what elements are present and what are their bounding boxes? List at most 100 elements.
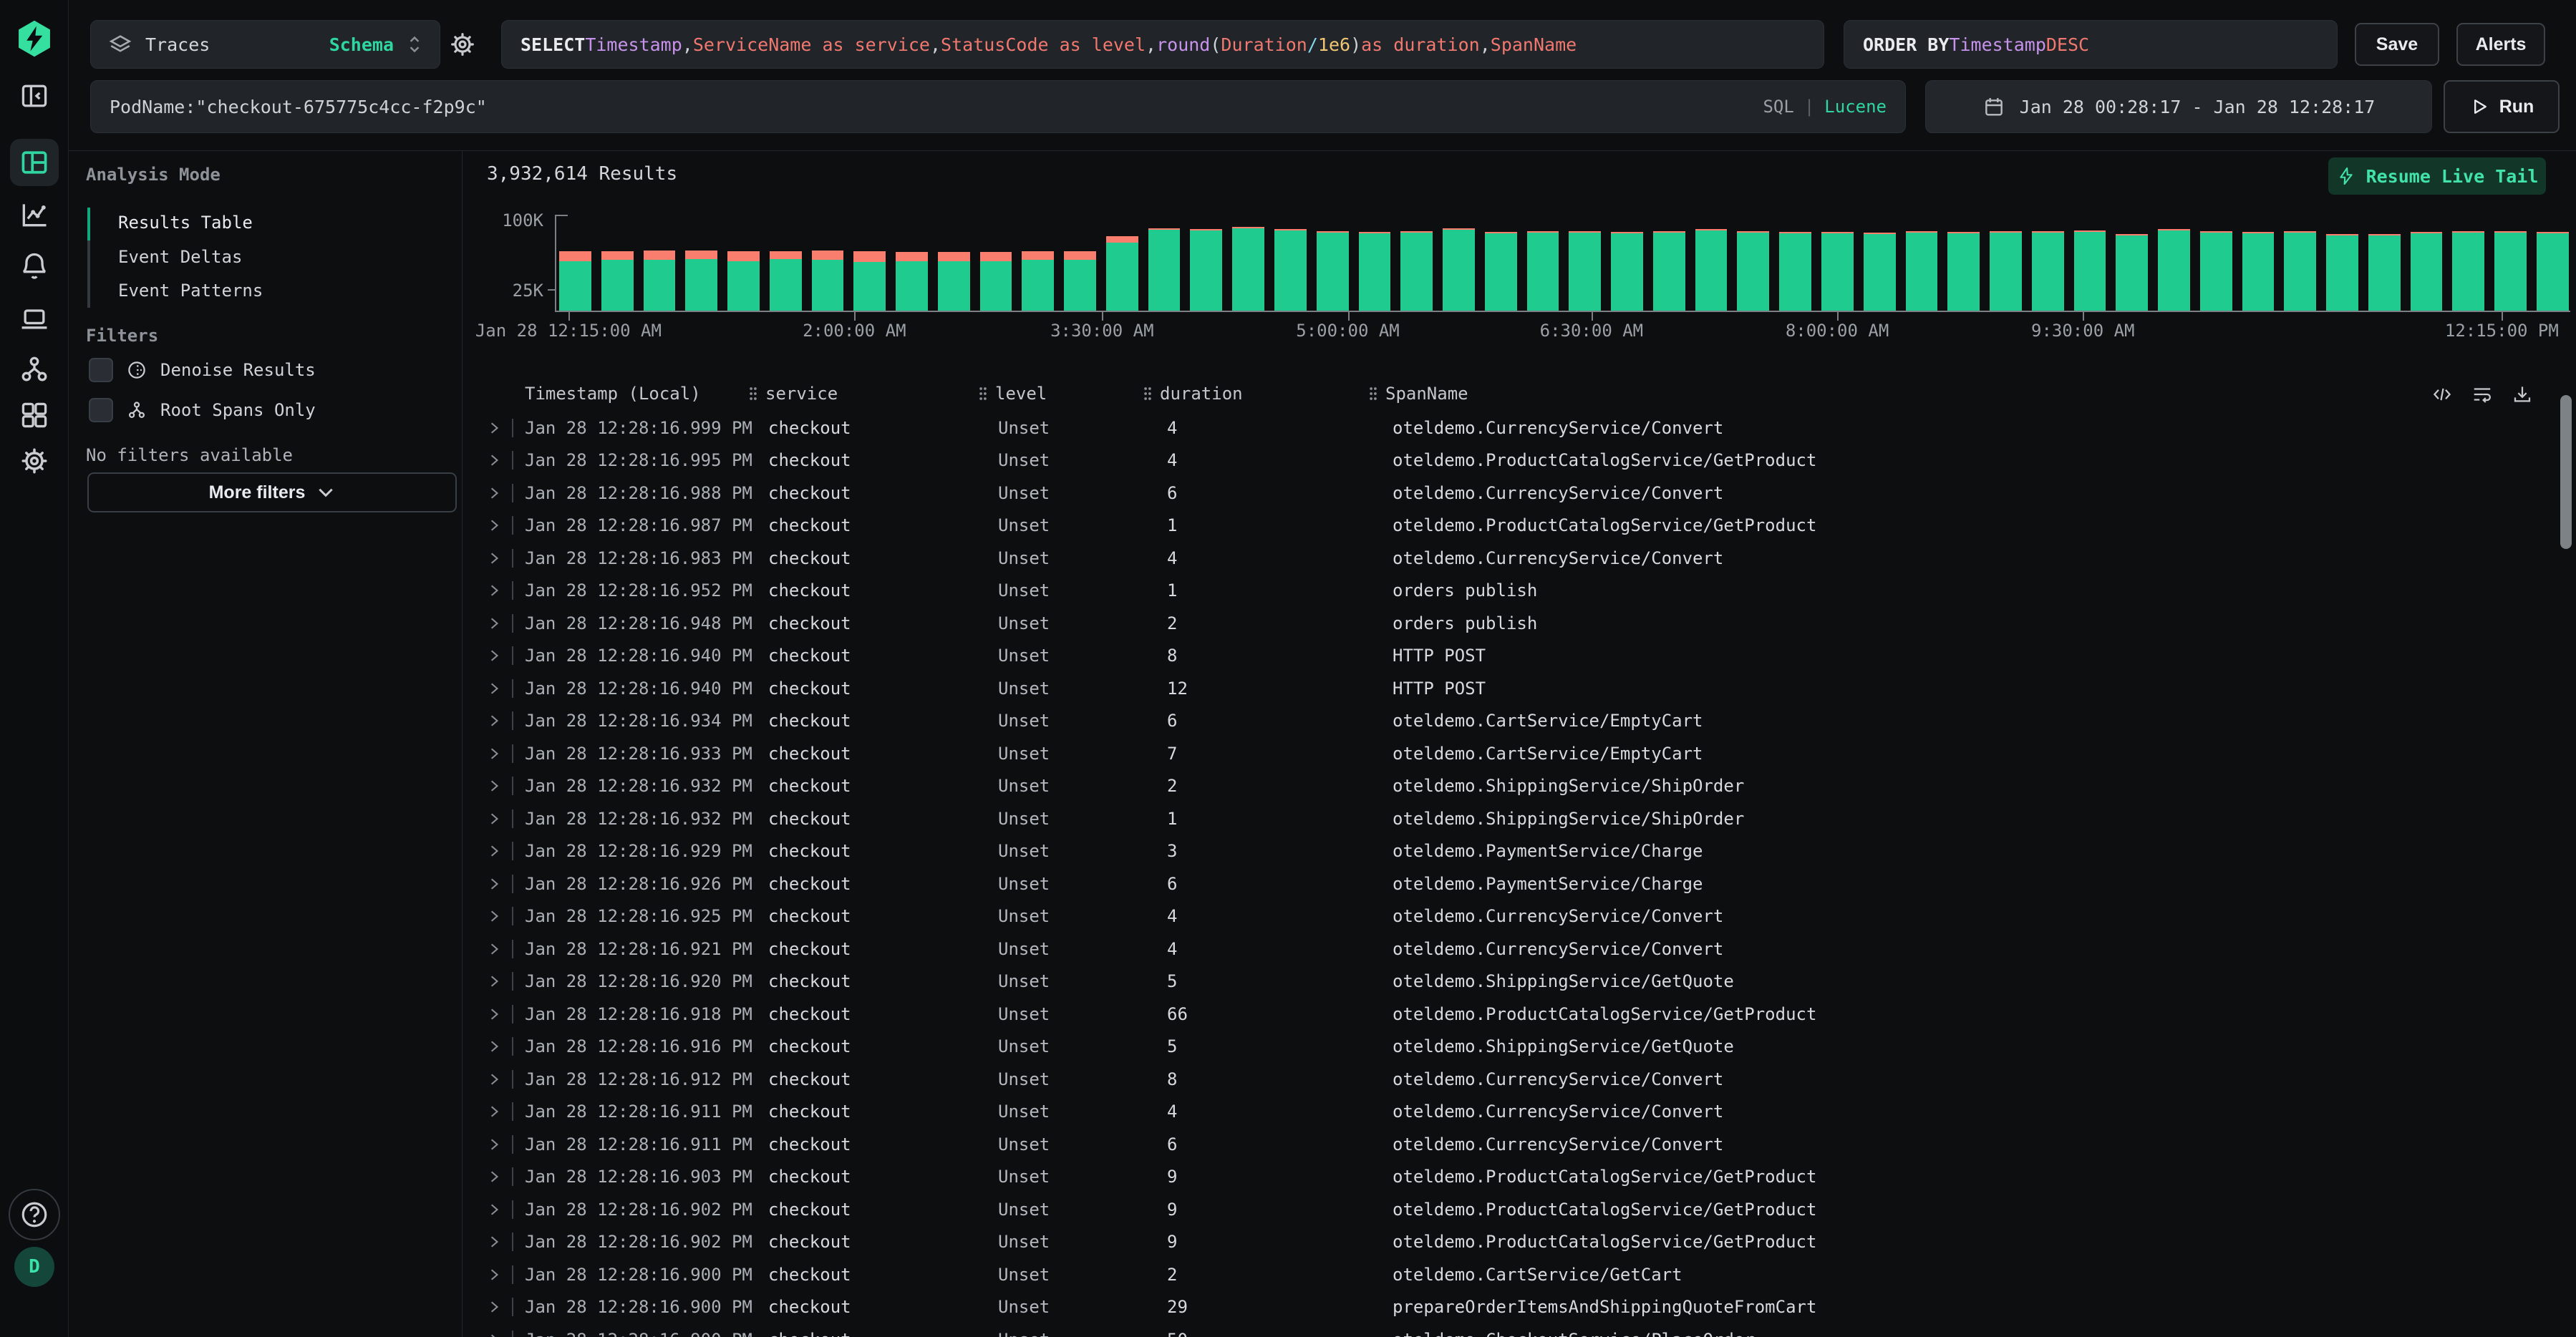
histogram-bar[interactable] <box>1443 215 1475 311</box>
histogram-bar[interactable] <box>2368 215 2401 311</box>
row-expand-chevron-icon[interactable] <box>488 1298 500 1316</box>
histogram-bar[interactable] <box>2411 215 2443 311</box>
row-expand-chevron-icon[interactable] <box>488 1136 500 1153</box>
source-settings-gear-icon[interactable] <box>448 30 477 59</box>
alerts-bell-icon[interactable] <box>19 251 50 282</box>
table-row[interactable]: Jan 28 12:28:16.929 PMcheckoutUnset3otel… <box>488 835 2547 868</box>
table-row[interactable]: Jan 28 12:28:16.902 PMcheckoutUnset9otel… <box>488 1193 2547 1226</box>
collapse-sidebar-icon[interactable] <box>19 80 50 112</box>
alerts-button[interactable]: Alerts <box>2456 23 2545 66</box>
table-row[interactable]: Jan 28 12:28:16.932 PMcheckoutUnset2otel… <box>488 770 2547 803</box>
histogram-bar[interactable] <box>1148 215 1181 311</box>
histogram-bar[interactable] <box>1064 215 1096 311</box>
table-row[interactable]: Jan 28 12:28:16.999 PMcheckoutUnset4otel… <box>488 412 2547 444</box>
histogram-bar[interactable] <box>1232 215 1264 311</box>
histogram-bar[interactable] <box>559 215 591 311</box>
histogram-bar[interactable] <box>2032 215 2064 311</box>
row-expand-chevron-icon[interactable] <box>488 1201 500 1218</box>
histogram-bar[interactable] <box>1864 215 1896 311</box>
histogram-bar[interactable] <box>1022 215 1054 311</box>
row-expand-chevron-icon[interactable] <box>488 582 500 599</box>
row-expand-chevron-icon[interactable] <box>488 419 500 437</box>
column-header-timestamp-local-[interactable]: Timestamp (Local) <box>525 384 762 404</box>
denoise-checkbox[interactable] <box>89 358 113 382</box>
histogram-bar[interactable] <box>1737 215 1769 311</box>
row-expand-chevron-icon[interactable] <box>488 647 500 664</box>
row-expand-chevron-icon[interactable] <box>488 875 500 893</box>
table-row[interactable]: Jan 28 12:28:16.900 PMcheckoutUnset2otel… <box>488 1258 2547 1291</box>
histogram-bar[interactable] <box>938 215 970 311</box>
sql-select-input[interactable]: SELECT Timestamp, ServiceName as service… <box>501 20 1824 69</box>
table-row[interactable]: Jan 28 12:28:16.983 PMcheckoutUnset4otel… <box>488 542 2547 575</box>
row-expand-chevron-icon[interactable] <box>488 615 500 632</box>
run-button[interactable]: Run <box>2444 80 2560 133</box>
table-row[interactable]: Jan 28 12:28:16.940 PMcheckoutUnset8HTTP… <box>488 640 2547 673</box>
time-range-picker[interactable]: Jan 28 00:28:17 - Jan 28 12:28:17 <box>1925 80 2432 133</box>
table-row[interactable]: Jan 28 12:28:16.911 PMcheckoutUnset4otel… <box>488 1096 2547 1129</box>
row-expand-chevron-icon[interactable] <box>488 1168 500 1185</box>
histogram-bar[interactable] <box>1359 215 1391 311</box>
histogram-bar[interactable] <box>2326 215 2358 311</box>
user-avatar[interactable]: D <box>14 1247 54 1287</box>
table-row[interactable]: Jan 28 12:28:16.933 PMcheckoutUnset7otel… <box>488 737 2547 770</box>
resume-live-tail-button[interactable]: Resume Live Tail <box>2328 157 2546 195</box>
download-icon[interactable] <box>2512 384 2533 405</box>
histogram-bar[interactable] <box>2116 215 2148 311</box>
histogram-bar[interactable] <box>1317 215 1349 311</box>
histogram-bar[interactable] <box>2494 215 2527 311</box>
row-expand-chevron-icon[interactable] <box>488 680 500 697</box>
code-view-icon[interactable] <box>2431 384 2453 405</box>
histogram-bar[interactable] <box>1653 215 1685 311</box>
row-expand-chevron-icon[interactable] <box>488 1233 500 1250</box>
search-nav-icon[interactable] <box>10 139 59 186</box>
row-expand-chevron-icon[interactable] <box>488 1331 500 1337</box>
search-input[interactable]: PodName:"checkout-675775c4cc-f2p9c" SQL … <box>90 80 1906 133</box>
row-expand-chevron-icon[interactable] <box>488 908 500 925</box>
histogram-bar[interactable] <box>2284 215 2316 311</box>
vertical-scrollbar[interactable] <box>2560 395 2572 549</box>
chart-explorer-icon[interactable] <box>19 199 50 230</box>
histogram-bar[interactable] <box>980 215 1012 311</box>
table-row[interactable]: Jan 28 12:28:16.902 PMcheckoutUnset9otel… <box>488 1226 2547 1259</box>
table-row[interactable]: Jan 28 12:28:16.952 PMcheckoutUnset1orde… <box>488 575 2547 608</box>
table-row[interactable]: Jan 28 12:28:16.918 PMcheckoutUnset66ote… <box>488 998 2547 1031</box>
column-drag-grip-icon[interactable] <box>1143 385 1153 402</box>
histogram-bar[interactable] <box>1274 215 1307 311</box>
table-row[interactable]: Jan 28 12:28:16.925 PMcheckoutUnset4otel… <box>488 900 2547 933</box>
column-header-service[interactable]: service <box>748 384 978 404</box>
table-row[interactable]: Jan 28 12:28:16.987 PMcheckoutUnset1otel… <box>488 510 2547 543</box>
table-row[interactable]: Jan 28 12:28:16.912 PMcheckoutUnset8otel… <box>488 1063 2547 1096</box>
dashboards-grid-icon[interactable] <box>19 399 50 431</box>
denoise-results-checkbox-row[interactable]: Denoise Results <box>89 358 316 382</box>
row-expand-chevron-icon[interactable] <box>488 777 500 794</box>
language-lucene-toggle[interactable]: Lucene <box>1824 97 1887 117</box>
table-row[interactable]: Jan 28 12:28:16.988 PMcheckoutUnset6otel… <box>488 477 2547 510</box>
histogram-bar[interactable] <box>2158 215 2190 311</box>
row-expand-chevron-icon[interactable] <box>488 973 500 990</box>
row-expand-chevron-icon[interactable] <box>488 550 500 567</box>
histogram-bar[interactable] <box>1906 215 1938 311</box>
row-expand-chevron-icon[interactable] <box>488 1038 500 1055</box>
table-row[interactable]: Jan 28 12:28:16.916 PMcheckoutUnset5otel… <box>488 1031 2547 1064</box>
column-drag-grip-icon[interactable] <box>748 385 758 402</box>
histogram-bar[interactable] <box>1527 215 1559 311</box>
table-row[interactable]: Jan 28 12:28:16.940 PMcheckoutUnset12HTT… <box>488 672 2547 705</box>
histogram-bar[interactable] <box>2242 215 2275 311</box>
table-row[interactable]: Jan 28 12:28:16.934 PMcheckoutUnset6otel… <box>488 705 2547 738</box>
table-row[interactable]: Jan 28 12:28:16.932 PMcheckoutUnset1otel… <box>488 802 2547 835</box>
row-expand-chevron-icon[interactable] <box>488 745 500 762</box>
table-row[interactable]: Jan 28 12:28:16.900 PMcheckoutUnset50ote… <box>488 1323 2547 1337</box>
table-row[interactable]: Jan 28 12:28:16.921 PMcheckoutUnset4otel… <box>488 933 2547 966</box>
column-header-level[interactable]: level <box>978 384 1143 404</box>
row-expand-chevron-icon[interactable] <box>488 1071 500 1088</box>
table-row[interactable]: Jan 28 12:28:16.926 PMcheckoutUnset6otel… <box>488 867 2547 900</box>
source-selector[interactable]: Traces Schema <box>90 20 440 69</box>
analysis-mode-event-patterns[interactable]: Event Patterns <box>118 274 263 307</box>
histogram-bar[interactable] <box>896 215 928 311</box>
row-expand-chevron-icon[interactable] <box>488 1006 500 1023</box>
histogram-bar[interactable] <box>2074 215 2106 311</box>
settings-gear-icon[interactable] <box>19 445 50 477</box>
row-expand-chevron-icon[interactable] <box>488 1103 500 1120</box>
table-row[interactable]: Jan 28 12:28:16.948 PMcheckoutUnset2orde… <box>488 607 2547 640</box>
row-expand-chevron-icon[interactable] <box>488 842 500 860</box>
